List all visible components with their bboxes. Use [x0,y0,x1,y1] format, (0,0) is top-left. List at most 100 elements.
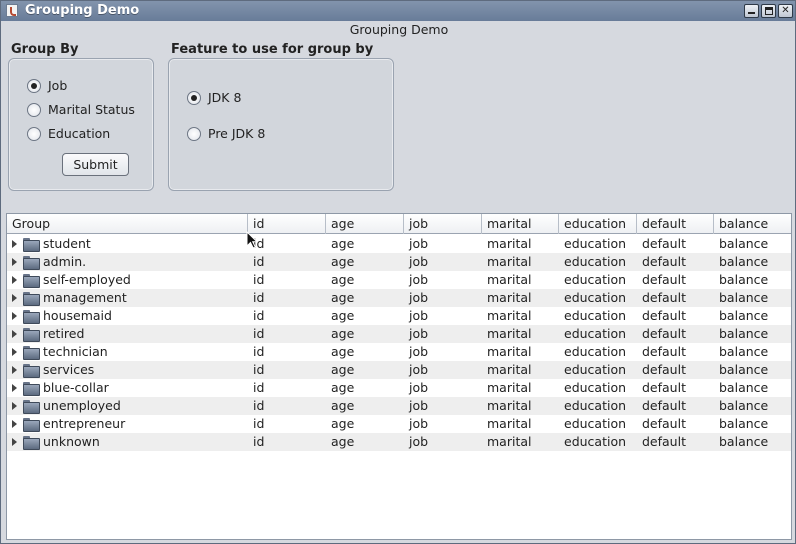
table-cell-id: id [253,380,265,395]
folder-icon [23,274,40,288]
radio-education-indicator[interactable] [27,126,41,141]
table-row[interactable]: management id age job marital education defaul… [7,289,791,307]
group-cell[interactable]: unknown [7,433,248,451]
column-header-age[interactable]: age [326,214,404,234]
table-cell-age: age [331,326,355,341]
column-header-education[interactable]: education [559,214,637,234]
table-cell-job: job [409,344,429,359]
table-row[interactable]: blue-collar id age job marital education defau… [7,379,791,397]
close-icon[interactable]: ✕ [778,4,793,18]
radio-marital-status-indicator[interactable] [27,102,41,117]
triangle-right-icon[interactable] [12,402,17,410]
table-cell-default: default [642,272,686,287]
group-cell[interactable]: blue-collar [7,379,248,397]
folder-icon [23,292,40,306]
column-header-group[interactable]: Group [7,214,248,234]
triangle-right-icon[interactable] [12,438,17,446]
table-row[interactable]: unknown id age job marital education default ba… [7,433,791,451]
window-title: Grouping Demo [25,3,140,18]
minimize-icon[interactable] [744,4,759,18]
group-cell[interactable]: admin. [7,253,248,271]
folder-icon [23,256,40,270]
table-cell-job: job [409,416,429,431]
feature-panel: JDK 8 Pre JDK 8 [168,58,394,191]
radio-marital-status[interactable]: Marital Status [27,102,135,117]
table-cell-id: id [253,434,265,449]
table-cell-default: default [642,398,686,413]
folder-icon [23,238,40,252]
triangle-right-icon[interactable] [12,348,17,356]
table-cell-job: job [409,290,429,305]
table-cell-balance: balance [719,308,769,323]
table-row[interactable]: retired id age job marital education default ba… [7,325,791,343]
group-cell[interactable]: housemaid [7,307,248,325]
table-cell-age: age [331,254,355,269]
table-cell-education: education [564,398,627,413]
column-header-balance[interactable]: balance [714,214,791,234]
maximize-icon[interactable] [761,4,776,18]
title-bar[interactable]: Grouping Demo ✕ [1,1,795,21]
triangle-right-icon[interactable] [12,312,17,320]
folder-icon [23,436,40,450]
frame-title: Grouping Demo [349,22,449,37]
triangle-right-icon[interactable] [12,420,17,428]
table-cell-education: education [564,290,627,305]
column-header-id[interactable]: id [248,214,326,234]
triangle-right-icon[interactable] [12,276,17,284]
group-name: management [43,290,127,305]
group-cell[interactable]: management [7,289,248,307]
table-cell-education: education [564,416,627,431]
radio-pre-jdk8[interactable]: Pre JDK 8 [187,126,265,141]
triangle-right-icon[interactable] [12,366,17,374]
triangle-right-icon[interactable] [12,384,17,392]
group-tree-table[interactable]: Group id age job marital education defau… [6,213,792,540]
table-cell-age: age [331,380,355,395]
radio-education[interactable]: Education [27,126,110,141]
group-cell[interactable]: services [7,361,248,379]
table-row[interactable]: self-employed id age job marital education def… [7,271,791,289]
radio-jdk8[interactable]: JDK 8 [187,90,241,105]
table-cell-balance: balance [719,326,769,341]
table-row[interactable]: services id age job marital education default b… [7,361,791,379]
radio-job-label: Job [48,78,68,93]
table-cell-id: id [253,272,265,287]
group-name: admin. [43,254,87,269]
folder-icon [23,328,40,342]
column-header-marital[interactable]: marital [482,214,559,234]
group-cell[interactable]: self-employed [7,271,248,289]
feature-label: Feature to use for group by [171,42,374,57]
table-row[interactable]: housemaid id age job marital education default… [7,307,791,325]
table-row[interactable]: entrepreneur id age job marital education defa… [7,415,791,433]
table-cell-balance: balance [719,290,769,305]
table-cell-education: education [564,326,627,341]
group-name: technician [43,344,108,359]
triangle-right-icon[interactable] [12,330,17,338]
java-app-icon [6,4,18,17]
group-cell[interactable]: retired [7,325,248,343]
triangle-right-icon[interactable] [12,240,17,248]
radio-job-indicator[interactable] [27,78,41,93]
radio-jdk8-label: JDK 8 [208,90,242,105]
table-row[interactable]: student id age job marital education default ba… [7,235,791,253]
table-cell-balance: balance [719,380,769,395]
submit-button[interactable]: Submit [62,153,129,176]
group-cell[interactable]: unemployed [7,397,248,415]
table-cell-marital: marital [487,434,532,449]
triangle-right-icon[interactable] [12,258,17,266]
radio-jdk8-indicator[interactable] [187,90,201,105]
radio-pre-jdk8-indicator[interactable] [187,126,201,141]
group-cell[interactable]: student [7,235,248,253]
group-name: retired [43,326,85,341]
group-cell[interactable]: entrepreneur [7,415,248,433]
table-row[interactable]: unemployed id age job marital education defaul… [7,397,791,415]
triangle-right-icon[interactable] [12,294,17,302]
group-cell[interactable]: technician [7,343,248,361]
radio-job[interactable]: Job [27,78,67,93]
table-row[interactable]: admin. id age job marital education default bal… [7,253,791,271]
table-cell-balance: balance [719,236,769,251]
column-header-job[interactable]: job [404,214,482,234]
table-cell-age: age [331,398,355,413]
column-header-default[interactable]: default [637,214,714,234]
table-row[interactable]: technician id age job marital education defaul… [7,343,791,361]
group-name: self-employed [43,272,131,287]
